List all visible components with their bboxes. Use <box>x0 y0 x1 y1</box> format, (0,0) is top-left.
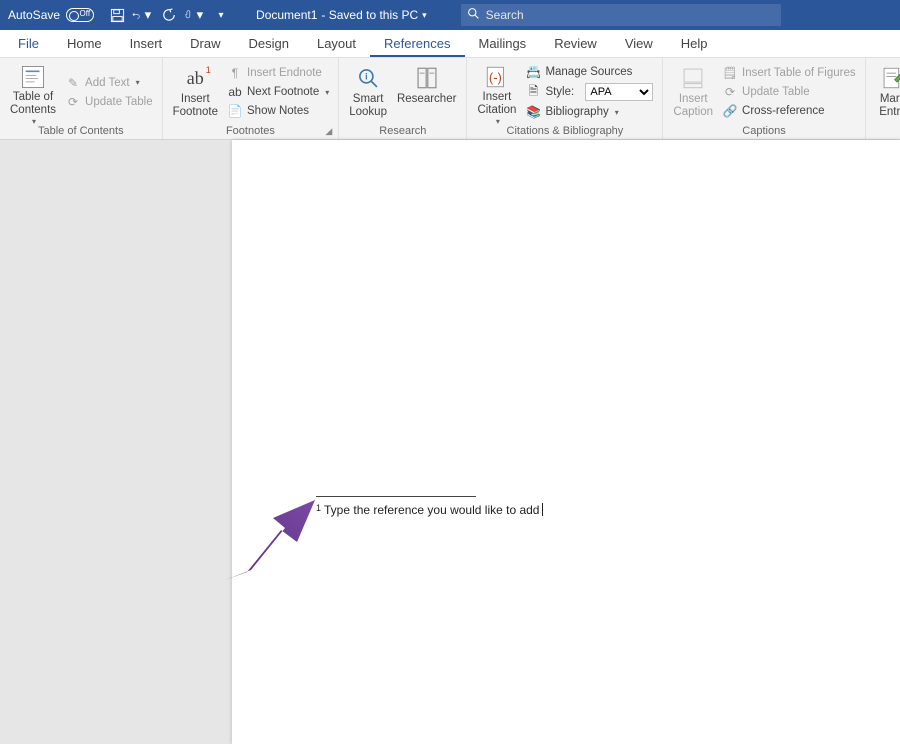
undo-split-button[interactable]: ▾ <box>132 4 154 26</box>
show-notes-icon: 📄 <box>227 103 243 119</box>
next-footnote-button[interactable]: abNext Footnote▾ <box>224 83 332 101</box>
smart-lookup-button[interactable]: i Smart Lookup <box>345 62 391 122</box>
mark-entry-button[interactable]: Mark Entry <box>872 62 900 122</box>
ribbon-tabs: File Home Insert Draw Design Layout Refe… <box>0 30 900 58</box>
update-icon: ⟳ <box>722 84 738 100</box>
group-table-of-contents: Table of Contents ▾ ✎Add Text▾ ⟳Update T… <box>0 58 163 139</box>
group-label: Captions <box>669 125 858 139</box>
footnote-text[interactable]: Type the reference you would like to add <box>324 503 539 517</box>
group-footnotes: ab1 Insert Footnote ¶Insert Endnote abNe… <box>163 58 340 139</box>
tab-draw[interactable]: Draw <box>176 30 234 57</box>
insert-tof-button[interactable]: 🗒Insert Table of Figures <box>719 64 859 82</box>
endnote-icon: ¶ <box>227 65 243 81</box>
crossref-icon: 🔗 <box>722 103 738 119</box>
insert-citation-label: Insert Citation <box>477 91 516 117</box>
smart-lookup-icon: i <box>354 64 382 92</box>
page[interactable]: 1 Type the reference you would like to a… <box>232 140 900 744</box>
bibliography-button[interactable]: 📚Bibliography▾ <box>522 103 656 121</box>
group-captions: Insert Caption 🗒Insert Table of Figures … <box>663 58 865 139</box>
cross-reference-button[interactable]: 🔗Cross-reference <box>719 102 859 120</box>
manage-sources-button[interactable]: 📇Manage Sources <box>522 63 656 81</box>
save-icon[interactable] <box>106 4 128 26</box>
autosave-control[interactable]: AutoSave Off <box>0 8 102 22</box>
qat-customize-button[interactable]: ▾ <box>210 4 232 26</box>
style-selector[interactable]: 🗎Style: APA <box>522 82 656 102</box>
group-research: i Smart Lookup Researcher Research <box>339 58 467 139</box>
insert-footnote-label: Insert Footnote <box>173 93 218 119</box>
mark-entry-label: Mark Entry <box>879 93 900 119</box>
update-icon: ⟳ <box>65 94 81 110</box>
tab-review[interactable]: Review <box>540 30 611 57</box>
saved-status: - Saved to this PC <box>321 8 418 22</box>
table-of-contents-button[interactable]: Table of Contents ▾ <box>6 62 60 122</box>
footnote-number: 1 <box>316 503 321 513</box>
manage-sources-icon: 📇 <box>525 64 541 80</box>
tab-layout[interactable]: Layout <box>303 30 370 57</box>
document-name: Document1 <box>256 8 317 22</box>
group-label: Footnotes <box>226 125 275 137</box>
bibliography-icon: 📚 <box>525 104 541 120</box>
title-bar: AutoSave Off ▾ ▾ ▾ Document1 - Saved to … <box>0 0 900 30</box>
document-area[interactable]: 1 Type the reference you would like to a… <box>0 140 900 604</box>
svg-text:(-): (-) <box>489 70 502 85</box>
tab-references[interactable]: References <box>370 30 464 57</box>
tab-home[interactable]: Home <box>53 30 116 57</box>
next-footnote-icon: ab <box>227 84 243 100</box>
toc-label: Table of Contents <box>10 91 56 117</box>
style-icon: 🗎 <box>525 84 541 100</box>
group-index: Mark Entry 🗒Insert Index ⟳Update Index I… <box>866 58 900 139</box>
ribbon: Table of Contents ▾ ✎Add Text▾ ⟳Update T… <box>0 58 900 140</box>
footnote-icon: ab1 <box>181 64 209 92</box>
search-input[interactable] <box>486 8 775 22</box>
show-notes-button[interactable]: 📄Show Notes <box>224 102 332 120</box>
search-box[interactable] <box>461 4 781 26</box>
tab-help[interactable]: Help <box>667 30 722 57</box>
researcher-icon <box>413 64 441 92</box>
group-citations: (-) Insert Citation ▾ 📇Manage Sources 🗎S… <box>467 58 663 139</box>
redo-button[interactable] <box>158 4 180 26</box>
autosave-toggle[interactable]: Off <box>66 8 94 22</box>
footnote[interactable]: 1 Type the reference you would like to a… <box>316 503 543 517</box>
group-label: Index <box>872 125 900 139</box>
mark-entry-icon <box>879 64 900 92</box>
footnotes-dialog-launcher[interactable]: ◢ <box>325 126 332 137</box>
insert-caption-label: Insert Caption <box>673 93 713 119</box>
insert-caption-button[interactable]: Insert Caption <box>669 62 717 122</box>
group-label: Table of Contents <box>6 125 156 139</box>
text-cursor <box>542 503 543 516</box>
style-select[interactable]: APA <box>585 83 653 101</box>
quick-access-toolbar: ▾ ▾ ▾ <box>102 4 236 26</box>
group-label: Citations & Bibliography <box>473 125 656 139</box>
update-table-button[interactable]: ⟳Update Table <box>62 93 156 111</box>
autosave-label: AutoSave <box>8 8 60 22</box>
update-tof-button[interactable]: ⟳Update Table <box>719 83 859 101</box>
insert-endnote-button[interactable]: ¶Insert Endnote <box>224 64 332 82</box>
tab-design[interactable]: Design <box>235 30 303 57</box>
tab-view[interactable]: View <box>611 30 667 57</box>
smart-lookup-label: Smart Lookup <box>349 93 387 119</box>
group-label: Research <box>345 125 460 139</box>
toc-icon <box>19 64 47 90</box>
caption-icon <box>679 64 707 92</box>
search-icon <box>467 7 480 23</box>
insert-citation-button[interactable]: (-) Insert Citation ▾ <box>473 62 520 122</box>
document-title-area[interactable]: Document1 - Saved to this PC ▾ <box>236 8 447 22</box>
tof-icon: 🗒 <box>722 65 738 81</box>
svg-text:i: i <box>365 72 367 82</box>
touch-mouse-mode-button[interactable]: ▾ <box>184 4 206 26</box>
citation-icon: (-) <box>483 64 511 90</box>
researcher-button[interactable]: Researcher <box>393 62 460 122</box>
tab-file[interactable]: File <box>4 30 53 57</box>
add-text-icon: ✎ <box>65 75 81 91</box>
researcher-label: Researcher <box>397 93 456 106</box>
footnote-separator <box>316 496 476 497</box>
insert-footnote-button[interactable]: ab1 Insert Footnote <box>169 62 222 122</box>
tab-insert[interactable]: Insert <box>116 30 177 57</box>
add-text-button[interactable]: ✎Add Text▾ <box>62 74 156 92</box>
title-dropdown-icon[interactable]: ▾ <box>422 10 427 21</box>
tab-mailings[interactable]: Mailings <box>465 30 541 57</box>
